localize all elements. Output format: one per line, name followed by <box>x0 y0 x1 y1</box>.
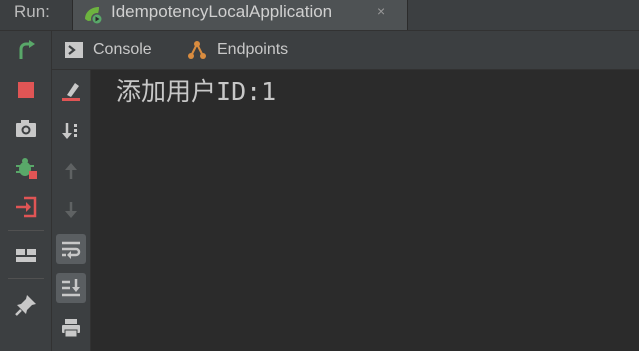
run-label: Run: <box>14 2 50 21</box>
run-config-tab[interactable]: IdempotencyLocalApplication × <box>72 0 408 30</box>
exit-icon[interactable] <box>13 194 39 220</box>
toolbar-divider <box>8 230 44 231</box>
clear-all-icon[interactable] <box>56 76 86 106</box>
toolbar-divider <box>8 278 44 279</box>
pin-icon[interactable] <box>13 292 39 318</box>
rerun-icon[interactable] <box>13 39 39 65</box>
run-actions-toolbar <box>0 31 52 351</box>
stop-icon[interactable] <box>13 77 39 103</box>
console-toolbar <box>52 70 91 351</box>
tab-console[interactable]: Console <box>64 31 152 69</box>
debug-bug-icon[interactable] <box>13 155 39 181</box>
tab-console-label: Console <box>93 41 152 58</box>
endpoints-icon <box>186 39 208 61</box>
up-arrow-icon[interactable] <box>56 156 86 186</box>
soft-wrap-icon[interactable] <box>56 234 86 264</box>
spring-boot-run-icon <box>81 3 105 32</box>
run-bar: Run: IdempotencyLocalApplication × <box>0 0 639 31</box>
console-icon <box>64 40 84 60</box>
console-output[interactable]: 添加用户ID:1 <box>91 70 639 351</box>
camera-icon[interactable] <box>13 116 39 142</box>
tab-endpoints[interactable]: Endpoints <box>186 31 288 69</box>
down-arrow-icon[interactable] <box>56 195 86 225</box>
tool-window-tabs: Console Endpoints <box>52 31 639 70</box>
print-icon[interactable] <box>56 313 86 343</box>
console-line: 添加用户ID:1 <box>116 75 276 109</box>
run-tool-window: Run: IdempotencyLocalApplication × Conso… <box>0 0 639 351</box>
tab-endpoints-label: Endpoints <box>217 41 289 58</box>
run-tab-title: IdempotencyLocalApplication <box>111 2 333 21</box>
scroll-to-end-icon[interactable] <box>56 273 86 303</box>
console-text-cn: 添加用户 <box>116 77 217 106</box>
console-text-id: ID:1 <box>216 77 277 106</box>
sort-down-icon[interactable] <box>56 116 86 146</box>
layout-icon[interactable] <box>13 242 39 268</box>
close-icon[interactable]: × <box>377 3 385 19</box>
